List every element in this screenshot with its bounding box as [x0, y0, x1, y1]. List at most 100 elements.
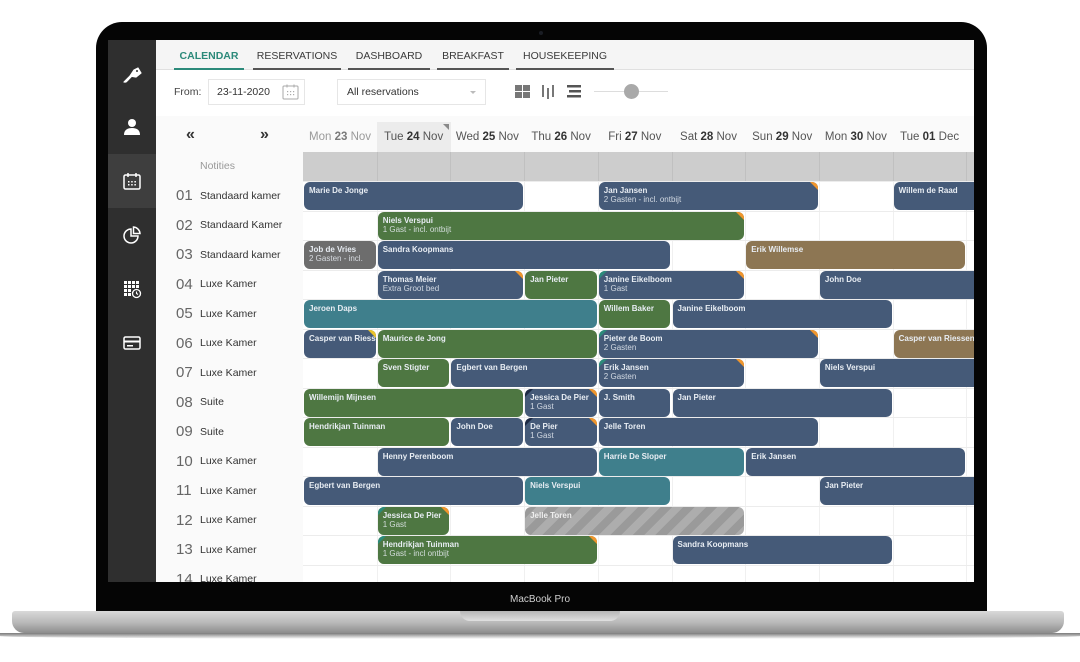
- room-row-label[interactable]: 02 Standaard Kamer: [176, 211, 282, 240]
- reservation-bar[interactable]: John Doe: [451, 418, 524, 446]
- day-header[interactable]: Thu 26 Nov: [524, 122, 598, 152]
- day-number: 24: [406, 131, 420, 143]
- reservation-bar[interactable]: Janine Eikelboom: [672, 300, 892, 328]
- reservation-bar[interactable]: Jan Pieter: [525, 270, 597, 299]
- tab-dashboard[interactable]: DASHBOARD: [348, 40, 430, 70]
- reservation-bar[interactable]: Erik Jansen: [746, 447, 966, 476]
- room-row-label[interactable]: 09 Suite: [176, 417, 224, 446]
- reservation-bar[interactable]: Job de Vries 2 Gasten - incl.: [304, 241, 376, 269]
- reservation-bar[interactable]: Sandra Koopmans: [377, 241, 671, 269]
- reservation-bar[interactable]: Hendrikjan Tuinman: [304, 418, 450, 446]
- reservation-bar[interactable]: Thomas Meier Extra Groot bed: [377, 270, 524, 299]
- tab-breakfast[interactable]: BREAKFAST: [437, 40, 509, 70]
- day-header[interactable]: Mon 30 Nov: [819, 122, 893, 152]
- reservation-bar[interactable]: Sven Stigter: [377, 359, 450, 387]
- room-type: Luxe Kamer: [200, 514, 257, 526]
- reservation-bar[interactable]: Jan Jansen 2 Gasten - incl. ontbijt: [598, 182, 818, 210]
- reservation-bar[interactable]: Jan Pieter: [672, 388, 892, 417]
- list-view-icon[interactable]: [566, 83, 583, 100]
- room-type: Luxe Kamer: [200, 366, 257, 379]
- reservation-bar[interactable]: Niels Verspui 1 Gast - incl. ontbijt: [377, 211, 745, 240]
- room-row-label[interactable]: 14 Luxe Kamer: [176, 565, 257, 583]
- day-header[interactable]: Tue 24 Nov: [376, 122, 451, 152]
- day-header[interactable]: Tue 01 Dec: [893, 122, 967, 152]
- reservation-bar[interactable]: Marie De Jonge: [304, 182, 524, 210]
- reservation-bar[interactable]: Casper van Riessen: [304, 329, 376, 358]
- sidebar-item-schedule[interactable]: [108, 262, 156, 316]
- reservation-bar[interactable]: Jessica De Pier 1 Gast: [377, 506, 450, 535]
- day-number: 23: [334, 131, 348, 143]
- room-row-label[interactable]: 07 Luxe Kamer: [176, 358, 257, 387]
- reservation-bar[interactable]: Niels Verspui: [819, 359, 974, 387]
- day-header[interactable]: Sun 29 Nov: [745, 122, 819, 152]
- reservation-bar[interactable]: Erik Willemse: [746, 241, 966, 269]
- reservation-bar[interactable]: Casper van Riessen: [893, 329, 974, 358]
- reservation-bar[interactable]: Jeroen Daps: [304, 300, 597, 328]
- room-row-label[interactable]: 13 Luxe Kamer: [176, 535, 257, 564]
- reservation-bar[interactable]: Maurice de Jong: [377, 329, 597, 358]
- calendar-picker-icon[interactable]: [282, 84, 299, 100]
- reservation-bar[interactable]: Jessica De Pier 1 Gast: [525, 388, 597, 417]
- reservation-bar[interactable]: Henny Perenboom: [377, 447, 597, 476]
- tab-calendar[interactable]: CALENDAR: [174, 40, 244, 70]
- guest-name: Hendrikjan Tuinman: [382, 540, 459, 549]
- sidebar-item-keys[interactable]: [108, 48, 156, 102]
- sidebar-item-reports[interactable]: [108, 208, 156, 262]
- day-number: 28: [700, 131, 714, 143]
- room-row-label[interactable]: 10 Luxe Kamer: [176, 447, 257, 476]
- columns-view-icon[interactable]: [540, 83, 557, 100]
- room-row-label[interactable]: 06 Luxe Kamer: [176, 329, 257, 358]
- reservation-bar[interactable]: Niels Verspui: [525, 477, 671, 505]
- zoom-slider-thumb[interactable]: [624, 84, 639, 99]
- reservation-bar[interactable]: Willemijn Mijnsen: [304, 388, 524, 417]
- day-header[interactable]: Wed 25 Nov: [450, 122, 524, 152]
- reservation-bar[interactable]: Jelle Toren: [598, 418, 818, 446]
- user-icon: [124, 119, 140, 135]
- notes-row[interactable]: [303, 152, 974, 181]
- checkin-flag-icon: [598, 329, 607, 338]
- grid-view-icon[interactable]: [514, 83, 531, 100]
- reservation-bar[interactable]: J. Smith: [598, 388, 671, 417]
- day-header[interactable]: Mon 23 Nov: [303, 122, 377, 152]
- checkout-flag-icon: [809, 329, 818, 338]
- reservation-bar[interactable]: Egbert van Bergen: [451, 359, 597, 387]
- reservation-bar[interactable]: Sandra Koopmans: [672, 536, 892, 564]
- reservation-bar[interactable]: Erik Jansen 2 Gasten: [598, 359, 745, 387]
- room-row-label[interactable]: 01 Standaard kamer: [176, 181, 281, 210]
- room-row-label[interactable]: 04 Luxe Kamer: [176, 270, 257, 299]
- room-row-label[interactable]: 05 Luxe Kamer: [176, 299, 257, 328]
- reservation-bar[interactable]: De Pier 1 Gast: [525, 418, 597, 446]
- reservation-details: 1 Gast - incl. ontbijt: [382, 224, 452, 234]
- reservation-bar[interactable]: John Doe: [819, 270, 974, 299]
- tab-reservations[interactable]: RESERVATIONS: [253, 40, 341, 70]
- day-header[interactable]: Sat 28 Nov: [672, 122, 746, 152]
- sidebar-item-calendar[interactable]: [108, 154, 156, 208]
- reservation-details: 2 Gasten - incl. ontbijt: [603, 195, 682, 204]
- sidebar-item-payments[interactable]: [108, 316, 156, 370]
- day-number: 30: [850, 131, 864, 143]
- room-row-label[interactable]: 08 Suite: [176, 388, 224, 417]
- room-row-label[interactable]: 11 Luxe Kamer: [176, 476, 257, 505]
- tab-housekeeping[interactable]: HOUSEKEEPING: [516, 40, 614, 70]
- reservation-bar[interactable]: Harrie De Sloper: [598, 447, 745, 476]
- reservation-bar[interactable]: Hendrikjan Tuinman 1 Gast - incl ontbijt: [377, 536, 597, 564]
- reservation-bar[interactable]: Willem Baker: [598, 300, 671, 328]
- reservation-bar[interactable]: Jan Pieter: [819, 477, 974, 505]
- guest-name: Pieter de Boom: [603, 333, 663, 343]
- reservation-bar[interactable]: Janine Eikelboom 1 Gast: [598, 270, 745, 299]
- room-row-label[interactable]: 12 Luxe Kamer: [176, 506, 257, 535]
- laptop-shadow: [0, 633, 1080, 639]
- day-header[interactable]: Fri 27 Nov: [598, 122, 672, 152]
- reservation-bar[interactable]: Willem de Raad: [893, 182, 974, 210]
- next-week-button[interactable]: »: [260, 126, 269, 144]
- from-date-input[interactable]: 23-11-2020: [208, 79, 305, 105]
- room-number: 04: [176, 275, 193, 293]
- room-row-label[interactable]: 03 Standaard kamer: [176, 240, 281, 269]
- reservation-filter-select[interactable]: All reservations: [337, 79, 486, 105]
- reservation-details: 1 Gast: [603, 283, 628, 293]
- sidebar-item-guests[interactable]: [108, 100, 156, 154]
- reservation-bar[interactable]: Egbert van Bergen: [304, 477, 524, 505]
- reservation-bar[interactable]: Pieter de Boom 2 Gasten: [598, 329, 818, 358]
- previous-week-button[interactable]: «: [186, 126, 195, 144]
- reservation-bar[interactable]: Jelle Toren: [525, 506, 745, 535]
